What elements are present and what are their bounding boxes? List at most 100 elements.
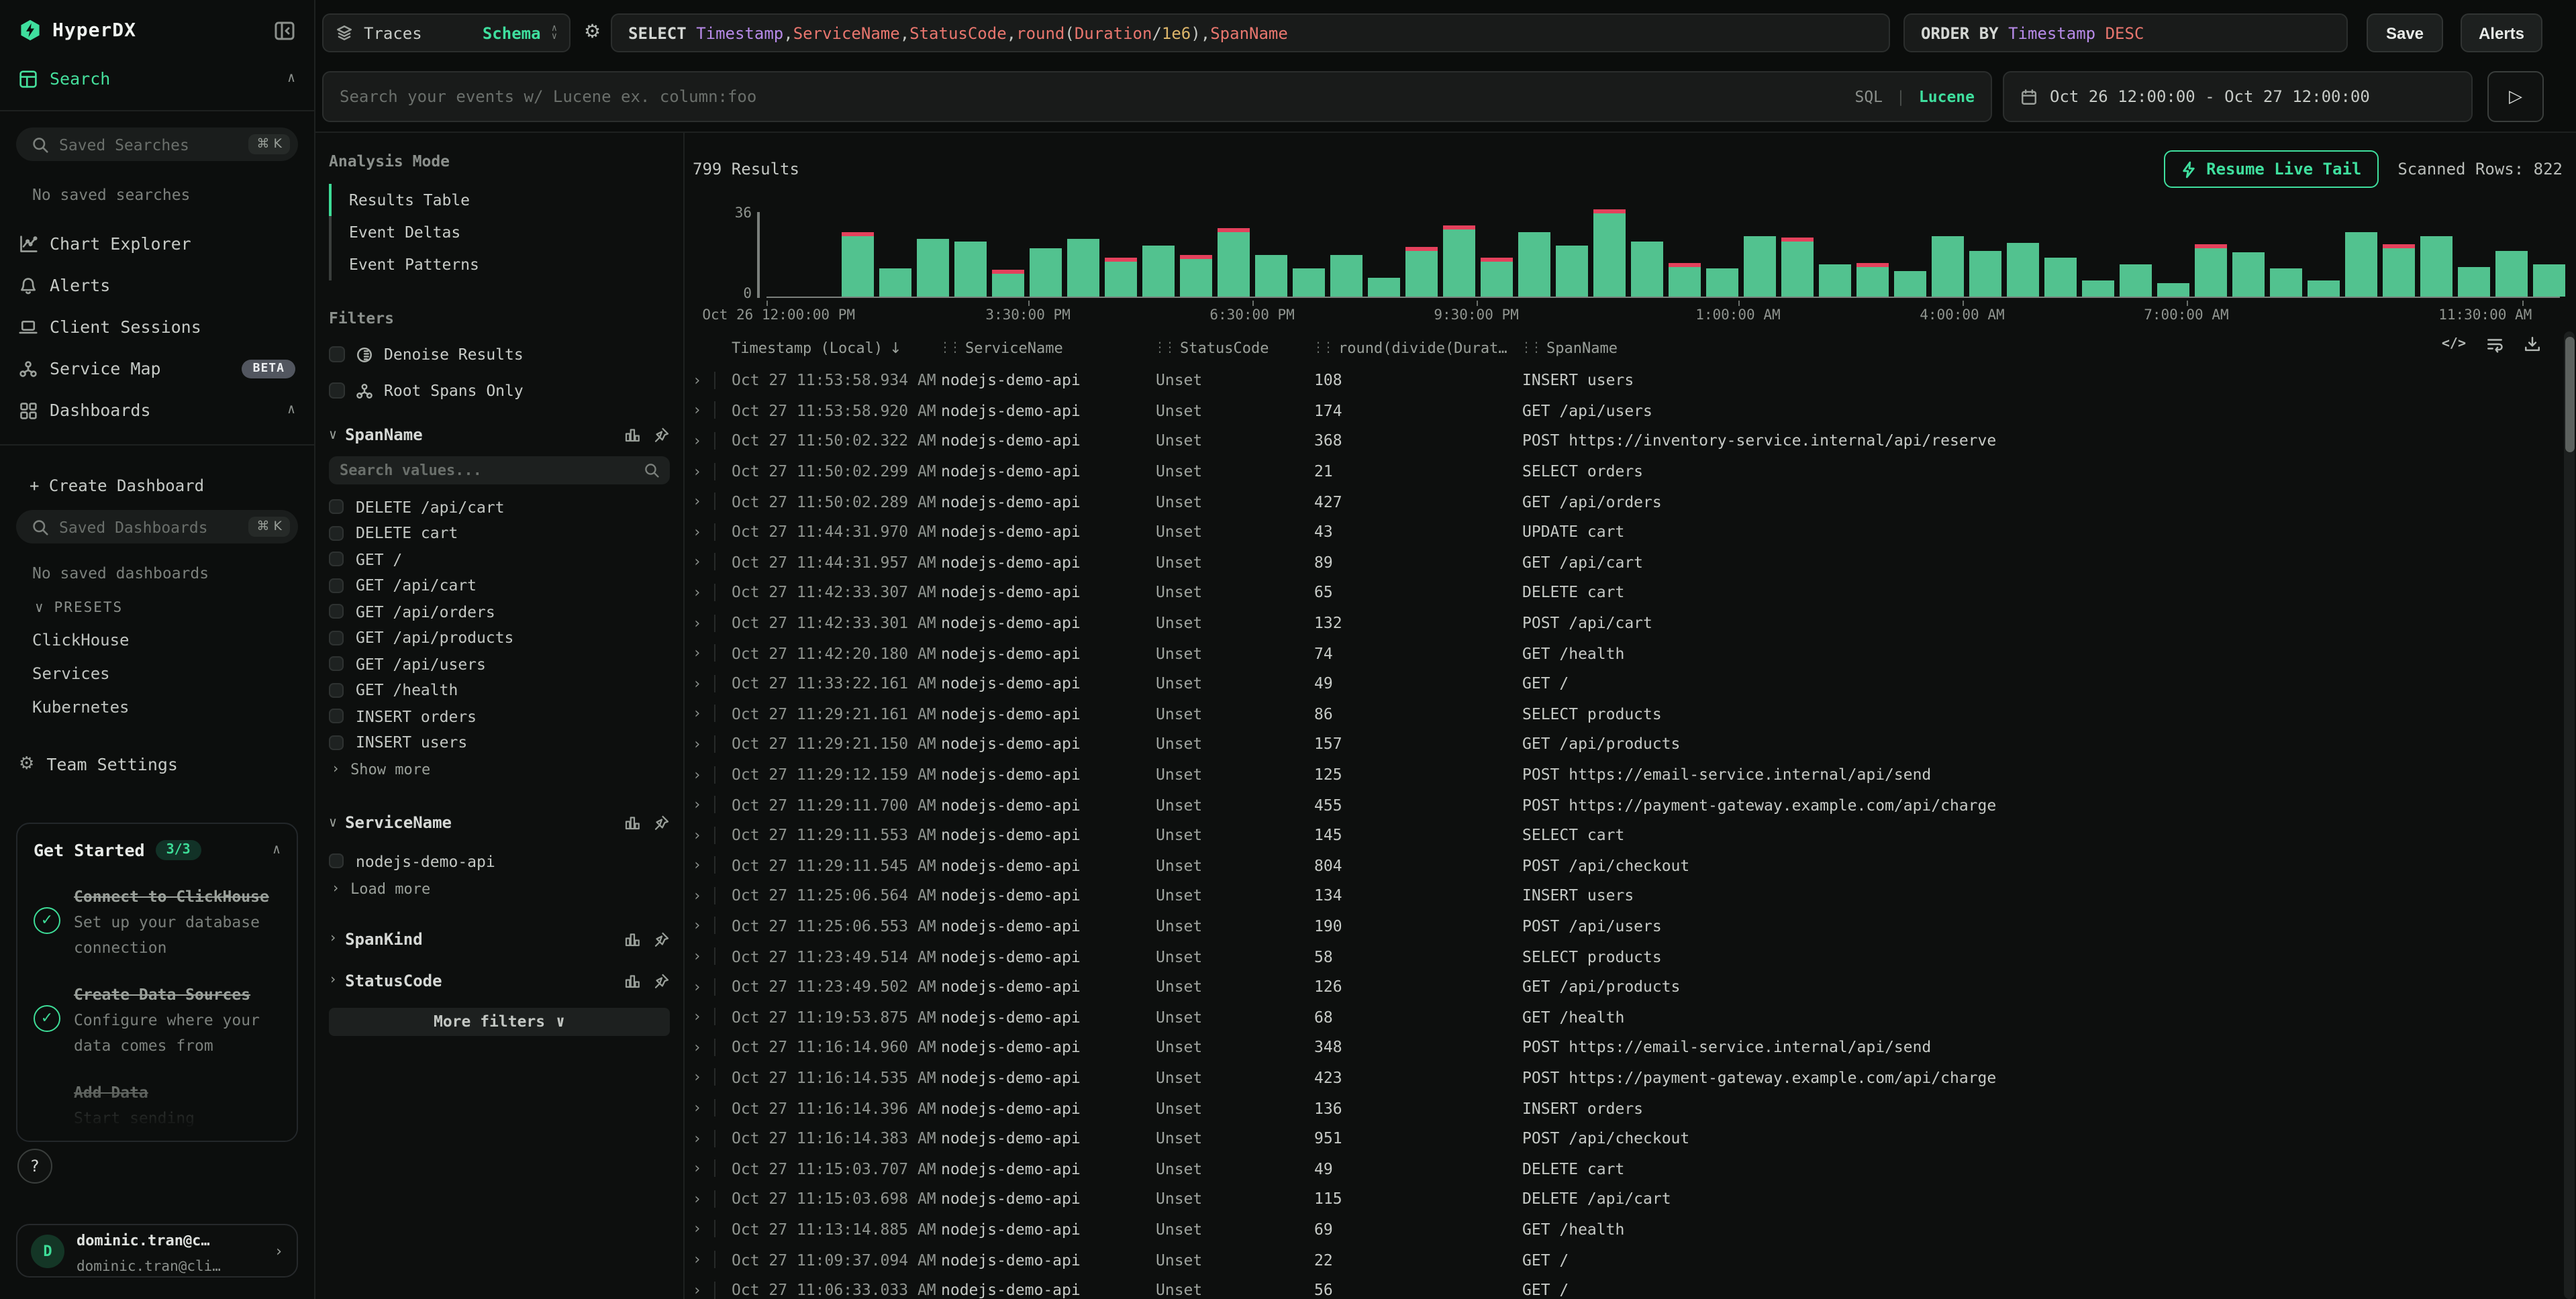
histogram-bar[interactable] [2270, 269, 2302, 297]
root-spans-toggle[interactable]: Root Spans Only [329, 381, 670, 400]
sidebar-item-search[interactable]: Search ∧ [0, 66, 314, 91]
row-expand-chevron-icon[interactable]: › [693, 1251, 714, 1268]
chart-toggle-icon[interactable] [624, 972, 640, 988]
checkbox[interactable] [329, 631, 344, 645]
table-row[interactable]: › Oct 27 11:33:22.161 AM nodejs-demo-api… [693, 668, 2576, 698]
checkbox[interactable] [329, 854, 344, 869]
checkbox[interactable] [329, 709, 344, 724]
histogram-bar[interactable] [1593, 209, 1626, 297]
load-more-button[interactable]: › Load more [329, 880, 670, 897]
table-row[interactable]: › Oct 27 11:06:33.033 AM nodejs-demo-api… [693, 1275, 2576, 1299]
table-row[interactable]: › Oct 27 11:29:21.161 AM nodejs-demo-api… [693, 698, 2576, 729]
table-row[interactable]: › Oct 27 11:19:53.875 AM nodejs-demo-api… [693, 1002, 2576, 1032]
filter-option[interactable]: GET /api/orders [329, 599, 670, 625]
checkbox[interactable] [329, 657, 344, 672]
show-more-button[interactable]: › Show more [329, 761, 670, 778]
row-expand-chevron-icon[interactable]: › [693, 1281, 714, 1298]
get-started-item[interactable]: Add Data Start sending [34, 1078, 281, 1129]
get-started-item[interactable]: ✓ Create Data Sources Configure where yo… [34, 980, 281, 1056]
table-row[interactable]: › Oct 27 11:25:06.564 AM nodejs-demo-api… [693, 880, 2576, 911]
checkbox[interactable] [329, 500, 344, 515]
filter-group-servicename[interactable]: ∨ ServiceName [329, 813, 670, 832]
chart-toggle-icon[interactable] [624, 427, 640, 443]
sidebar-item-chart-explorer[interactable]: Chart Explorer [0, 231, 314, 256]
chart-toggle-icon[interactable] [624, 931, 640, 947]
filter-option[interactable]: INSERT users [329, 729, 670, 756]
create-dashboard-button[interactable]: + Create Dashboard [0, 476, 314, 495]
filter-option[interactable]: GET /api/cart [329, 572, 670, 599]
checkbox[interactable] [329, 552, 344, 567]
histogram-bar[interactable] [1706, 269, 1738, 297]
pin-icon[interactable] [654, 815, 670, 831]
date-range-picker[interactable]: Oct 26 12:00:00 - Oct 27 12:00:00 [2003, 71, 2473, 122]
histogram-bar[interactable] [1105, 258, 1137, 297]
preset-kubernetes[interactable]: Kubernetes [0, 698, 314, 717]
row-expand-chevron-icon[interactable]: › [693, 523, 714, 541]
histogram-bar[interactable] [1293, 269, 1325, 297]
column-header-timestamp[interactable]: Timestamp (Local)↓ [732, 339, 941, 356]
filter-option[interactable]: GET /api/products [329, 625, 670, 651]
row-expand-chevron-icon[interactable]: › [693, 857, 714, 874]
filter-option[interactable]: GET / [329, 546, 670, 572]
histogram-bar[interactable] [1443, 225, 1475, 297]
column-header-statuscode[interactable]: ⋮⋮StatusCode [1156, 339, 1314, 356]
filter-group-spanname[interactable]: ∨ SpanName [329, 425, 670, 444]
table-row[interactable]: › Oct 27 11:50:02.299 AM nodejs-demo-api… [693, 456, 2576, 486]
row-expand-chevron-icon[interactable]: › [693, 432, 714, 450]
vertical-scrollbar[interactable] [2564, 331, 2575, 1299]
filter-option[interactable]: DELETE cart [329, 520, 670, 546]
histogram-bar[interactable] [917, 239, 949, 297]
chart-toggle-icon[interactable] [624, 815, 640, 831]
pin-icon[interactable] [654, 931, 670, 947]
checkbox[interactable] [329, 578, 344, 593]
row-expand-chevron-icon[interactable]: › [693, 1099, 714, 1116]
histogram-bar[interactable] [1218, 228, 1250, 297]
checkbox[interactable] [329, 346, 345, 362]
row-expand-chevron-icon[interactable]: › [693, 614, 714, 631]
checkbox[interactable] [329, 735, 344, 750]
get-started-item[interactable]: ✓ Connect to ClickHouse Set up your data… [34, 882, 281, 958]
preset-clickhouse[interactable]: ClickHouse [0, 631, 314, 650]
histogram-bar[interactable] [1330, 255, 1363, 297]
row-expand-chevron-icon[interactable]: › [693, 766, 714, 783]
histogram-bar[interactable] [1368, 278, 1400, 297]
row-expand-chevron-icon[interactable]: › [693, 1190, 714, 1208]
saved-dashboards-input[interactable]: Saved Dashboards ⌘ K [16, 510, 298, 543]
drag-handle-icon[interactable]: ⋮⋮ [941, 340, 958, 355]
column-header-servicename[interactable]: ⋮⋮ServiceName [941, 339, 1156, 356]
drag-handle-icon[interactable]: ⋮⋮ [1522, 340, 1540, 355]
row-expand-chevron-icon[interactable]: › [693, 978, 714, 995]
histogram-bar[interactable] [2533, 264, 2565, 297]
table-row[interactable]: › Oct 27 11:42:33.307 AM nodejs-demo-api… [693, 577, 2576, 607]
histogram-bar[interactable] [2383, 244, 2415, 297]
histogram-bar[interactable] [1556, 246, 1588, 297]
histogram-bar[interactable] [2495, 250, 2528, 297]
histogram-bar[interactable] [1744, 236, 1776, 297]
table-row[interactable]: › Oct 27 11:29:11.553 AM nodejs-demo-api… [693, 820, 2576, 850]
mode-event-deltas[interactable]: Event Deltas [329, 216, 670, 248]
table-row[interactable]: › Oct 27 11:44:31.957 AM nodejs-demo-api… [693, 547, 2576, 577]
pin-icon[interactable] [654, 427, 670, 443]
row-expand-chevron-icon[interactable]: › [693, 674, 714, 692]
histogram-bar[interactable] [2232, 253, 2265, 297]
table-row[interactable]: › Oct 27 11:25:06.553 AM nodejs-demo-api… [693, 911, 2576, 941]
row-expand-chevron-icon[interactable]: › [693, 826, 714, 843]
saved-searches-input[interactable]: Saved Searches ⌘ K [16, 127, 298, 161]
sidebar-item-alerts[interactable]: Alerts [0, 272, 314, 298]
histogram-bar[interactable] [1142, 246, 1175, 297]
table-row[interactable]: › Oct 27 11:53:58.934 AM nodejs-demo-api… [693, 365, 2576, 395]
table-row[interactable]: › Oct 27 11:29:11.545 AM nodejs-demo-api… [693, 850, 2576, 880]
run-query-button[interactable]: ▷ [2487, 71, 2544, 122]
table-row[interactable]: › Oct 27 11:50:02.289 AM nodejs-demo-api… [693, 486, 2576, 517]
alerts-button[interactable]: Alerts [2461, 13, 2542, 52]
table-row[interactable]: › Oct 27 11:53:58.920 AM nodejs-demo-api… [693, 395, 2576, 425]
histogram-bar[interactable] [2044, 257, 2077, 297]
histogram-bar[interactable] [1969, 250, 2001, 297]
table-row[interactable]: › Oct 27 11:42:33.301 AM nodejs-demo-api… [693, 608, 2576, 638]
mode-results-table[interactable]: Results Table [329, 184, 670, 216]
language-toggle-sql[interactable]: SQL [1854, 87, 1883, 106]
column-header-spanname[interactable]: ⋮⋮SpanName [1522, 339, 2576, 356]
order-by-input[interactable]: ORDER BY Timestamp DESC [1903, 13, 2348, 52]
checkbox[interactable] [329, 605, 344, 619]
histogram-bar[interactable] [2458, 266, 2490, 297]
